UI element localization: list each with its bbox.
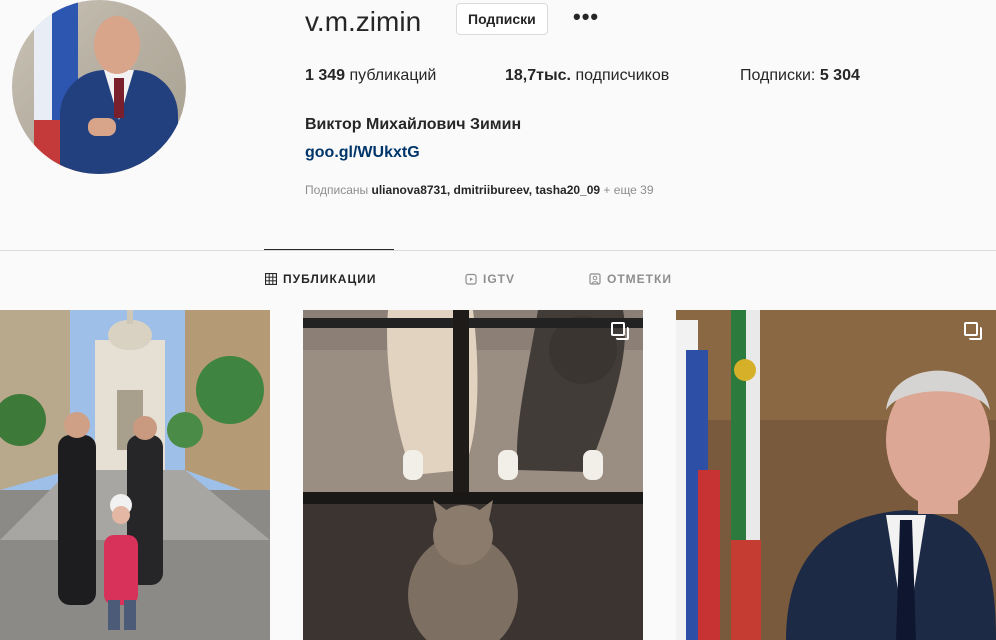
tab-igtv[interactable]: IGTV (465, 272, 515, 286)
tab-igtv-label: IGTV (483, 272, 516, 286)
posts-count: 1 349 (305, 67, 346, 84)
posts-label: публикаций (349, 67, 437, 84)
tab-tagged[interactable]: ОТМЕТКИ (589, 272, 672, 286)
avatar-hand (88, 118, 116, 136)
profile-full-name: Виктор Михайлович Зимин (305, 116, 522, 133)
active-tab-indicator (264, 249, 394, 250)
followers-stat[interactable]: 18,7тыс. подписчиков (505, 67, 669, 85)
grid-icon (265, 273, 277, 285)
profile-avatar[interactable] (12, 0, 186, 174)
carousel-icon (964, 322, 982, 340)
following-label: Подписки: (740, 67, 816, 84)
followed-by-text[interactable]: Подписаны ulianova8731, dmitriibureev, t… (305, 183, 654, 197)
tab-posts[interactable]: ПУБЛИКАЦИИ (265, 272, 376, 286)
post-image (303, 310, 643, 640)
avatar-tie (114, 78, 124, 118)
carousel-icon (611, 322, 629, 340)
more-horizontal-icon[interactable]: ••• (573, 6, 599, 28)
tagged-icon (589, 273, 601, 285)
post-tile[interactable] (676, 310, 996, 640)
following-button[interactable]: Подписки (456, 3, 548, 35)
post-image (676, 310, 996, 640)
tab-posts-label: ПУБЛИКАЦИИ (283, 272, 377, 286)
followed-by-more: + еще 39 (603, 183, 654, 197)
profile-username: v.m.zimin (305, 6, 422, 37)
profile-link[interactable]: goo.gl/WUkxtG (305, 144, 420, 162)
followed-by-users: ulianova8731, dmitriibureev, tasha20_09 (371, 183, 601, 197)
posts-count-stat: 1 349 публикаций (305, 67, 436, 85)
followers-count: 18,7тыс. (505, 67, 571, 84)
post-tile[interactable] (303, 310, 643, 640)
following-stat[interactable]: Подписки: 5 304 (740, 67, 860, 85)
tabs-divider (0, 250, 996, 251)
tab-tagged-label: ОТМЕТКИ (607, 272, 672, 286)
avatar-head (94, 16, 140, 74)
post-tile[interactable] (0, 310, 270, 640)
following-count: 5 304 (819, 67, 860, 84)
post-image (0, 310, 270, 640)
igtv-icon (465, 273, 477, 285)
followed-by-prefix: Подписаны (305, 183, 369, 197)
followers-label: подписчиков (575, 67, 670, 84)
